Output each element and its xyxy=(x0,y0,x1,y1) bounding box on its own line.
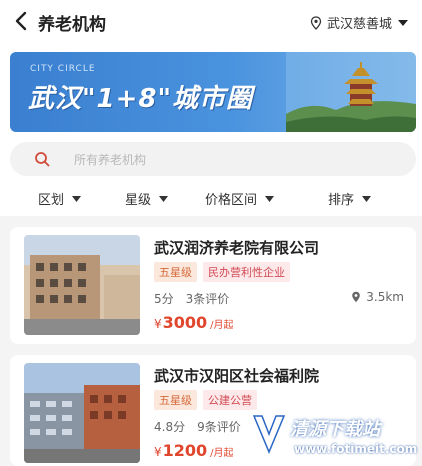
institution-tags: 五星级 公建公营 xyxy=(154,390,263,410)
star-level-badge: 五星级 xyxy=(154,262,197,282)
back-arrow-icon[interactable] xyxy=(12,10,32,32)
rating-info: 5分 3条评价 xyxy=(154,290,229,307)
distance-value: 3.5km xyxy=(366,290,404,304)
yellow-crane-tower-illustration xyxy=(286,52,416,132)
rating-score: 4.8分 xyxy=(154,420,186,434)
promo-banner[interactable]: CITY CIRCLE 武汉"1+8"城市圈 xyxy=(10,52,416,132)
caret-down-icon xyxy=(398,19,408,26)
institution-photo xyxy=(24,363,140,463)
ownership-type-badge: 民办营利性企业 xyxy=(203,262,290,282)
price-unit: /月起 xyxy=(210,448,234,459)
watermark-url: www.fotimeit.com xyxy=(294,442,418,456)
filter-label: 排序 xyxy=(328,193,355,208)
star-level-badge: 五星级 xyxy=(154,390,197,410)
watermark-text: 清源下载站 xyxy=(290,419,380,440)
currency-symbol: ¥ xyxy=(154,317,162,331)
watermark-logo-icon xyxy=(252,415,286,454)
caret-down-icon xyxy=(362,195,372,202)
rating-score: 5分 xyxy=(154,292,174,306)
app-header: 养老机构 武汉慈善城 xyxy=(0,0,422,44)
filter-label: 价格区间 xyxy=(205,193,258,208)
caret-down-icon xyxy=(159,195,169,202)
price-value: 3000 xyxy=(162,313,208,332)
location-label: 武汉慈善城 xyxy=(326,17,392,32)
institution-card[interactable]: 武汉润济养老院有限公司 五星级 民办营利性企业 5分 3条评价 3.5km ¥3… xyxy=(10,227,416,344)
filter-star-level[interactable]: 星级 xyxy=(125,189,169,208)
search-bar[interactable]: 所有养老机构 xyxy=(10,142,416,176)
ownership-type-badge: 公建公营 xyxy=(203,390,257,410)
location-selector[interactable]: 武汉慈善城 xyxy=(310,13,408,32)
institution-photo xyxy=(24,235,140,335)
caret-down-icon xyxy=(72,195,82,202)
banner-title: 武汉"1+8"城市圈 xyxy=(28,84,254,114)
institution-name: 武汉市汉阳区社会福利院 xyxy=(154,367,320,385)
institution-tags: 五星级 民办营利性企业 xyxy=(154,262,296,282)
location-pin-icon xyxy=(310,15,322,30)
filter-label: 区划 xyxy=(38,193,65,208)
institution-name: 武汉润济养老院有限公司 xyxy=(154,239,320,257)
page-title: 养老机构 xyxy=(38,15,106,35)
price-info: ¥3000/月起 xyxy=(154,313,234,332)
price-info: ¥1200/月起 xyxy=(154,441,234,460)
price-unit: /月起 xyxy=(210,320,234,331)
location-pin-icon xyxy=(352,291,361,303)
distance-info: 3.5km xyxy=(351,290,404,304)
search-input[interactable]: 所有养老机构 xyxy=(74,151,146,168)
site-watermark: 清源下载站 www.fotimeit.com xyxy=(236,408,422,466)
filter-price-range[interactable]: 价格区间 xyxy=(205,189,275,208)
filter-sort[interactable]: 排序 xyxy=(328,189,372,208)
search-icon xyxy=(35,152,50,167)
filter-label: 星级 xyxy=(125,193,152,208)
review-count: 9条评价 xyxy=(197,420,241,434)
currency-symbol: ¥ xyxy=(154,445,162,459)
caret-down-icon xyxy=(265,195,275,202)
rating-info: 4.8分 9条评价 xyxy=(154,418,241,435)
banner-caption: CITY CIRCLE xyxy=(30,64,96,74)
review-count: 3条评价 xyxy=(185,292,230,306)
price-value: 1200 xyxy=(162,441,208,460)
filter-district[interactable]: 区划 xyxy=(38,189,82,208)
